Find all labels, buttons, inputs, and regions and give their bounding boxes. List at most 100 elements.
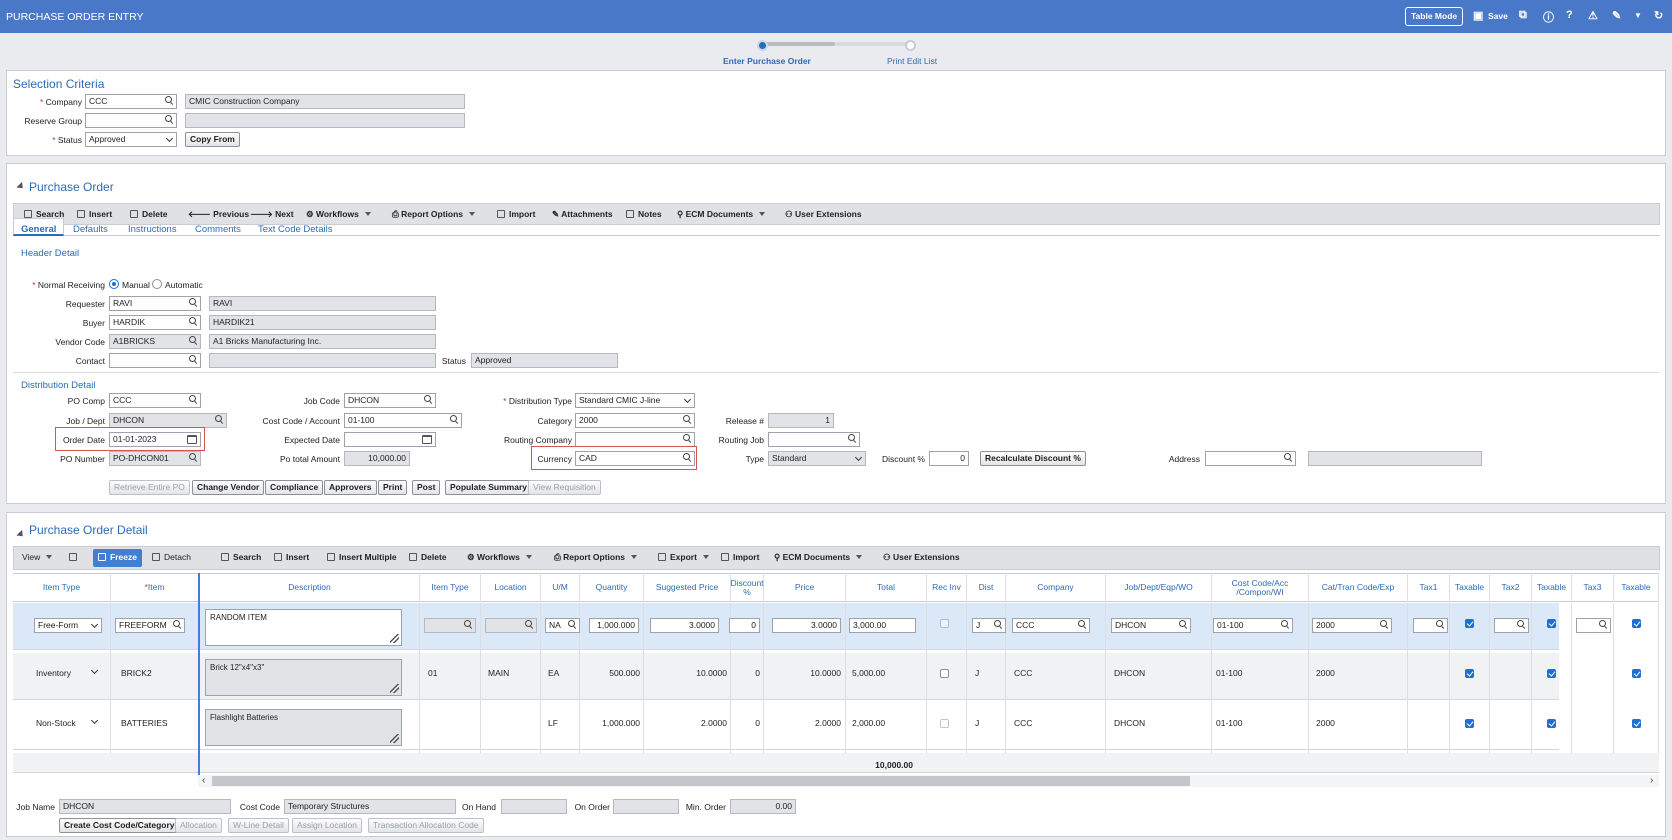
column-header-cattran[interactable]: Cat/Tran Code/Exp <box>1309 573 1408 602</box>
routing-job-input[interactable] <box>768 432 860 447</box>
help-icon[interactable]: ? <box>1566 9 1573 21</box>
taxable-checkbox[interactable] <box>1465 619 1474 628</box>
transaction-allocation-button[interactable]: Transaction Allocation Code <box>368 818 484 833</box>
table-mode-button[interactable]: Table Mode <box>1405 7 1464 26</box>
change-vendor-button[interactable]: Change Vendor <box>192 480 265 495</box>
detail-import-tool[interactable]: Import <box>721 552 759 562</box>
w-line-detail-button[interactable]: W-Line Detail <box>228 818 289 833</box>
scroll-left-icon[interactable]: ‹ <box>202 775 205 786</box>
compliance-button[interactable]: Compliance <box>265 480 324 495</box>
automatic-radio[interactable] <box>152 279 162 289</box>
company-input[interactable]: CCC <box>85 94 177 109</box>
discount-input[interactable]: 0 <box>729 618 760 633</box>
delete-tool[interactable]: Delete <box>130 209 168 219</box>
type-select[interactable]: Standard <box>768 451 866 466</box>
detail-delete-tool[interactable]: Delete <box>409 552 447 562</box>
column-header-tax2[interactable]: Tax2 <box>1490 573 1532 602</box>
populate-summary-button[interactable]: Populate Summary <box>445 480 532 495</box>
taxable-checkbox[interactable] <box>1547 619 1556 628</box>
detail-report-options-tool[interactable]: ⎙ Report Options <box>554 552 638 563</box>
view-menu[interactable]: View <box>22 552 53 562</box>
previous-tool[interactable]: 🡐 Previous <box>188 209 249 220</box>
column-header-quantity[interactable]: Quantity <box>580 573 644 602</box>
copy-from-button[interactable]: Copy From <box>185 132 240 147</box>
tab-instructions[interactable]: Instructions <box>128 224 177 235</box>
recalculate-discount-button[interactable]: Recalculate Discount % <box>980 451 1086 466</box>
column-header-price[interactable]: Price <box>764 573 846 602</box>
column-header-itemtype2[interactable]: Item Type <box>420 573 481 602</box>
column-header-description[interactable]: Description <box>200 573 420 602</box>
rec-inv-checkbox[interactable] <box>940 719 949 728</box>
job-input[interactable]: DHCON <box>1111 618 1191 633</box>
step-2-dot[interactable] <box>905 40 916 51</box>
taxable-checkbox[interactable] <box>1547 669 1556 678</box>
status-select[interactable]: Approved <box>85 132 177 147</box>
tax1-input[interactable] <box>1413 618 1448 633</box>
post-button[interactable]: Post <box>412 480 441 495</box>
assign-location-button[interactable]: Assign Location <box>292 818 363 833</box>
routing-company-input[interactable] <box>575 432 695 447</box>
detail-insert-tool[interactable]: Insert <box>274 552 309 562</box>
po-number-input[interactable]: PO-DHCON01 <box>109 451 201 466</box>
taxable-checkbox[interactable] <box>1465 669 1474 678</box>
column-header-discount[interactable]: Discount % <box>730 573 764 602</box>
requester-input[interactable]: RAVI <box>109 296 201 311</box>
column-header-taxable3[interactable]: Taxable <box>1614 573 1659 602</box>
description-textarea[interactable]: RANDOM ITEM <box>205 609 402 646</box>
ecm-documents-tool[interactable]: ⚲ ECM Documents <box>677 209 766 220</box>
po-comp-input[interactable]: CCC <box>109 393 201 408</box>
step-2-label[interactable]: Print Edit List <box>887 56 937 66</box>
suggested-price-input[interactable]: 3.0000 <box>650 618 719 633</box>
taxable-checkbox[interactable] <box>1632 619 1641 628</box>
allocation-button[interactable]: Allocation <box>175 818 222 833</box>
item-type-select[interactable]: Free-Form <box>34 618 102 633</box>
detail-user-extensions-tool[interactable]: ⚇ User Extensions <box>883 552 960 563</box>
cost-code-input[interactable]: 01-100 <box>1213 618 1293 633</box>
item-type-code-input[interactable] <box>424 618 476 633</box>
chevron-down-icon[interactable]: ▼ <box>1634 11 1642 20</box>
export-tool[interactable]: Export <box>658 552 709 562</box>
rec-inv-checkbox[interactable] <box>940 669 949 678</box>
column-header-item[interactable]: * Item <box>111 573 199 602</box>
reserve-group-input[interactable] <box>85 113 177 128</box>
info-icon[interactable]: ⓘ <box>1543 9 1554 25</box>
expected-date-input[interactable] <box>344 432 436 447</box>
taxable-checkbox[interactable] <box>1547 719 1556 728</box>
print-button[interactable]: Print <box>378 480 408 495</box>
column-header-location[interactable]: Location <box>481 573 541 602</box>
rec-inv-checkbox[interactable] <box>940 619 949 628</box>
detach-tool[interactable]: Detach <box>152 552 191 562</box>
description-textarea[interactable]: Flashlight Batteries <box>205 709 402 746</box>
quantity-input[interactable]: 1,000.000 <box>589 618 639 633</box>
scrollbar-thumb[interactable] <box>212 776 1190 786</box>
tab-text-code-details[interactable]: Text Code Details <box>258 224 332 235</box>
column-header-total[interactable]: Total <box>846 573 927 602</box>
location-input[interactable] <box>485 618 537 633</box>
approvers-button[interactable]: Approvers <box>324 480 377 495</box>
create-cost-code-button[interactable]: Create Cost Code/Category <box>59 818 180 833</box>
column-header-sugprice[interactable]: Suggested Price <box>644 573 731 602</box>
distribution-type-select[interactable]: Standard CMIC J-line <box>575 393 695 408</box>
tab-comments[interactable]: Comments <box>195 224 241 235</box>
contact-input[interactable] <box>109 353 201 368</box>
taxable-checkbox[interactable] <box>1465 719 1474 728</box>
job-dept-input[interactable]: DHCON <box>109 413 227 428</box>
scroll-right-icon[interactable]: › <box>1650 775 1653 786</box>
freeze-tool[interactable]: Freeze <box>98 552 137 562</box>
next-tool[interactable]: 🡒 Next <box>250 209 294 220</box>
step-1-label[interactable]: Enter Purchase Order <box>723 56 811 66</box>
retrieve-entire-po-button[interactable]: Retrieve Entire PO <box>109 480 190 495</box>
detail-ecm-tool[interactable]: ⚲ ECM Documents <box>774 552 863 563</box>
item-type-cell[interactable]: Inventory <box>36 668 71 678</box>
warning-icon[interactable]: ⚠ <box>1588 9 1598 22</box>
edit-icon[interactable]: ✎ <box>1612 9 1621 22</box>
step-1-dot[interactable] <box>757 40 768 51</box>
taxable-checkbox[interactable] <box>1632 669 1641 678</box>
column-header-costcode[interactable]: Cost Code/Acc /Compon/WI <box>1212 573 1309 602</box>
description-textarea[interactable]: Brick 12"x4"x3" <box>205 659 402 696</box>
column-header-recinv[interactable]: Rec Inv <box>927 573 967 602</box>
taxable-checkbox[interactable] <box>1632 719 1641 728</box>
column-header-dist[interactable]: Dist <box>967 573 1006 602</box>
workflows-tool[interactable]: ⚙ Workflows <box>306 209 371 220</box>
item-input[interactable]: FREEFORM <box>115 618 185 633</box>
